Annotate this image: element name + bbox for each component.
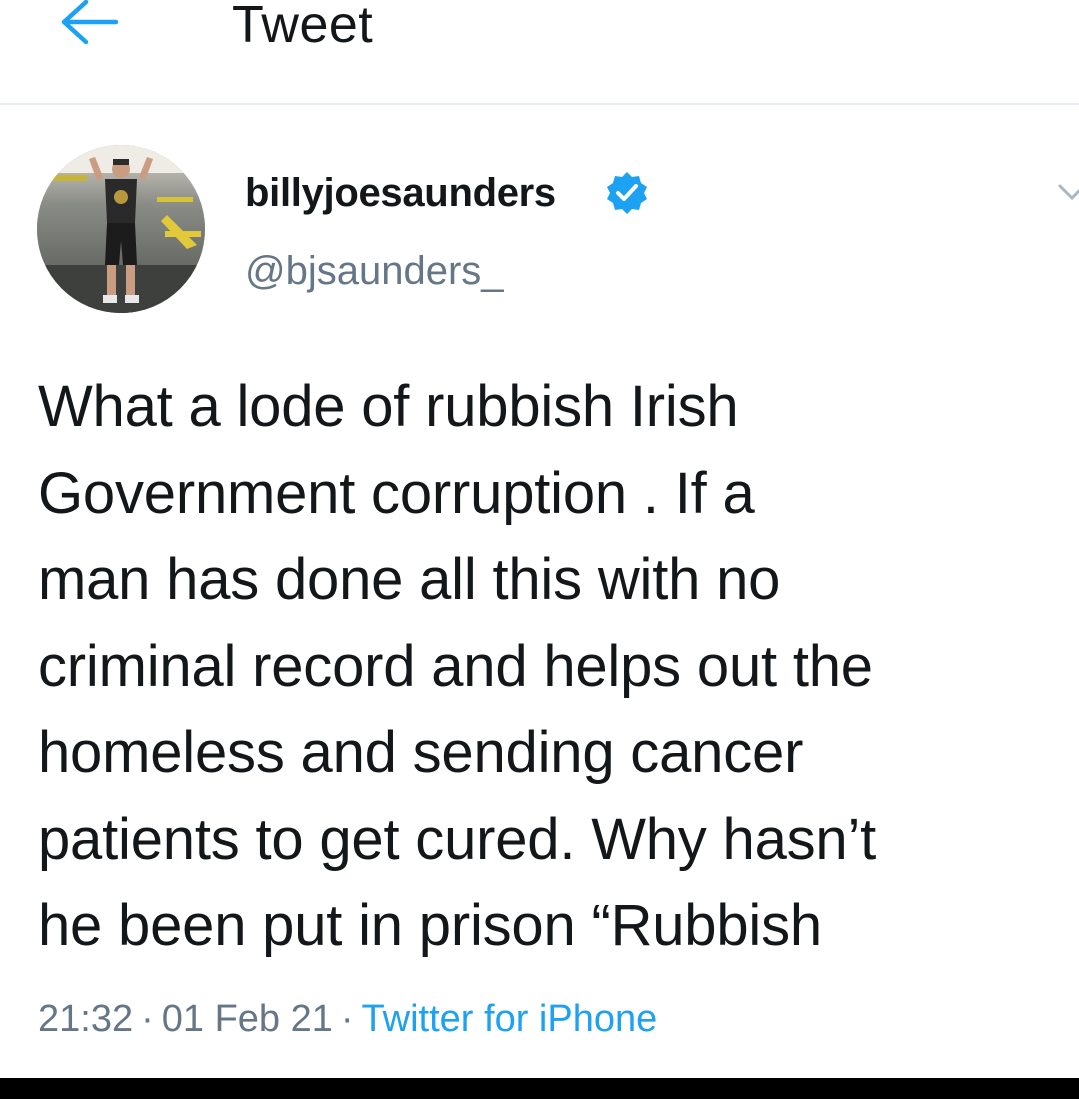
verified-badge-icon: [607, 172, 647, 214]
tweet-metadata: 21:32 · 01 Feb 21 · Twitter for iPhone: [38, 994, 657, 1044]
tweet-text: What a lode of rubbish Irish Government …: [38, 374, 877, 958]
tweet-screen: Tweet billyjoesaunders @bjsaunders_ What…: [0, 0, 1079, 1099]
profile-photo: [37, 145, 205, 313]
tweet-time: 21:32: [38, 998, 134, 1040]
tweet-date: 01 Feb 21: [161, 998, 333, 1040]
bottom-black-bar: [0, 1078, 1079, 1099]
meta-separator: ·: [141, 998, 154, 1040]
avatar[interactable]: [37, 145, 205, 313]
page-title: Tweet: [232, 0, 374, 54]
tweet-source-link[interactable]: Twitter for iPhone: [362, 998, 658, 1040]
chevron-down-icon[interactable]: [1058, 176, 1079, 206]
top-app-bar: Tweet: [0, 0, 1079, 105]
arrow-left-icon: [61, 0, 119, 45]
meta-separator: ·: [340, 998, 354, 1040]
back-button[interactable]: [52, 0, 122, 50]
author-display-name[interactable]: billyjoesaunders: [245, 168, 556, 218]
header-divider: [0, 103, 1079, 105]
author-handle[interactable]: @bjsaunders_: [245, 246, 504, 296]
